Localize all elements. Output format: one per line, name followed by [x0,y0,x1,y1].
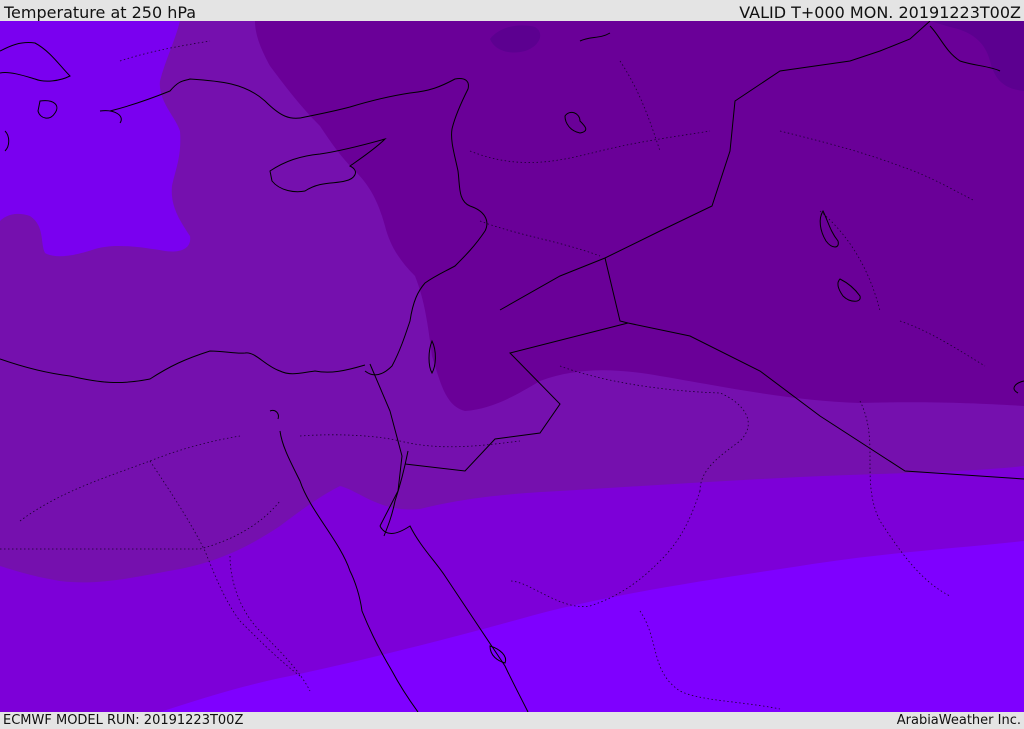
header-bar: Temperature at 250 hPa VALID T+000 MON. … [0,0,1024,22]
footer-bar: ECMWF MODEL RUN: 20191223T00Z ArabiaWeat… [0,712,1024,729]
provider-label: ArabiaWeather Inc. [896,713,1021,728]
temperature-map[interactable] [0,21,1024,712]
map-title: Temperature at 250 hPa [4,3,197,22]
valid-time-label: VALID T+000 MON. 20191223T00Z [739,3,1021,22]
model-run-label: ECMWF MODEL RUN: 20191223T00Z [3,713,244,728]
